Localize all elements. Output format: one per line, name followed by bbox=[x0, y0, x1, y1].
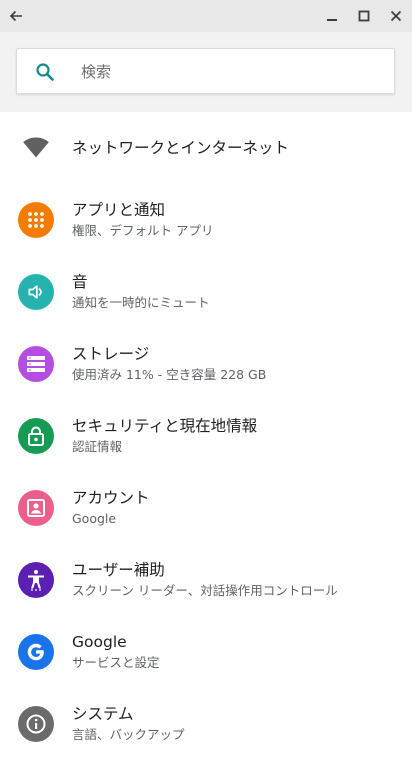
maximize-button[interactable] bbox=[352, 4, 376, 28]
settings-item-sound[interactable]: 音 通知を一時的にミュート bbox=[0, 256, 412, 328]
accessibility-icon bbox=[18, 562, 54, 598]
settings-item-security[interactable]: セキュリティと現在地情報 認証情報 bbox=[0, 400, 412, 472]
search-icon bbox=[36, 63, 54, 81]
settings-item-network[interactable]: ネットワークとインターネット bbox=[0, 112, 412, 184]
settings-item-subtitle: 使用済み 11% - 空き容量 228 GB bbox=[72, 367, 267, 382]
settings-item-title: セキュリティと現在地情報 bbox=[72, 417, 258, 435]
settings-item-subtitle: 権限、デフォルト アプリ bbox=[72, 223, 214, 238]
settings-item-accessibility[interactable]: ユーザー補助 スクリーン リーダー、対話操作用コントロール bbox=[0, 544, 412, 616]
settings-item-title: アプリと通知 bbox=[72, 201, 166, 219]
settings-item-title: ユーザー補助 bbox=[72, 561, 165, 579]
google-icon bbox=[18, 634, 54, 670]
settings-item-title: システム bbox=[72, 705, 134, 723]
settings-item-title: ストレージ bbox=[72, 345, 150, 363]
settings-item-subtitle: Google bbox=[72, 511, 117, 526]
back-button[interactable] bbox=[4, 4, 28, 28]
info-icon bbox=[18, 706, 54, 742]
volume-icon bbox=[18, 274, 54, 310]
settings-item-title: アカウント bbox=[72, 489, 150, 507]
settings-item-title: Google bbox=[72, 633, 127, 651]
settings-item-subtitle: 言語、バックアップ bbox=[72, 727, 185, 742]
settings-item-subtitle: 通知を一時的にミュート bbox=[72, 295, 210, 310]
wifi-icon bbox=[18, 130, 54, 166]
settings-item-subtitle: 認証情報 bbox=[72, 439, 123, 454]
account-box-icon bbox=[18, 490, 54, 526]
settings-item-title: 音 bbox=[72, 273, 88, 291]
settings-item-subtitle: スクリーン リーダー、対話操作用コントロール bbox=[72, 583, 338, 598]
lock-icon bbox=[18, 418, 54, 454]
settings-item-apps[interactable]: アプリと通知 権限、デフォルト アプリ bbox=[0, 184, 412, 256]
close-button[interactable] bbox=[384, 4, 408, 28]
search-area: 検索 bbox=[0, 32, 412, 112]
close-icon bbox=[390, 10, 402, 22]
settings-item-storage[interactable]: ストレージ 使用済み 11% - 空き容量 228 GB bbox=[0, 328, 412, 400]
storage-icon bbox=[18, 346, 54, 382]
settings-item-google[interactable]: Google サービスと設定 bbox=[0, 616, 412, 688]
apps-grid-icon bbox=[18, 202, 54, 238]
settings-item-system[interactable]: システム 言語、バックアップ bbox=[0, 688, 412, 760]
minimize-button[interactable] bbox=[320, 4, 344, 28]
settings-item-title: ネットワークとインターネット bbox=[72, 139, 290, 157]
search-placeholder: 検索 bbox=[81, 63, 112, 81]
maximize-icon bbox=[358, 10, 370, 22]
window-titlebar bbox=[0, 0, 412, 32]
minimize-icon bbox=[327, 19, 337, 21]
search-input[interactable]: 検索 bbox=[16, 48, 395, 94]
back-arrow-icon bbox=[9, 10, 22, 22]
settings-item-accounts[interactable]: アカウント Google bbox=[0, 472, 412, 544]
settings-item-subtitle: サービスと設定 bbox=[72, 655, 160, 670]
